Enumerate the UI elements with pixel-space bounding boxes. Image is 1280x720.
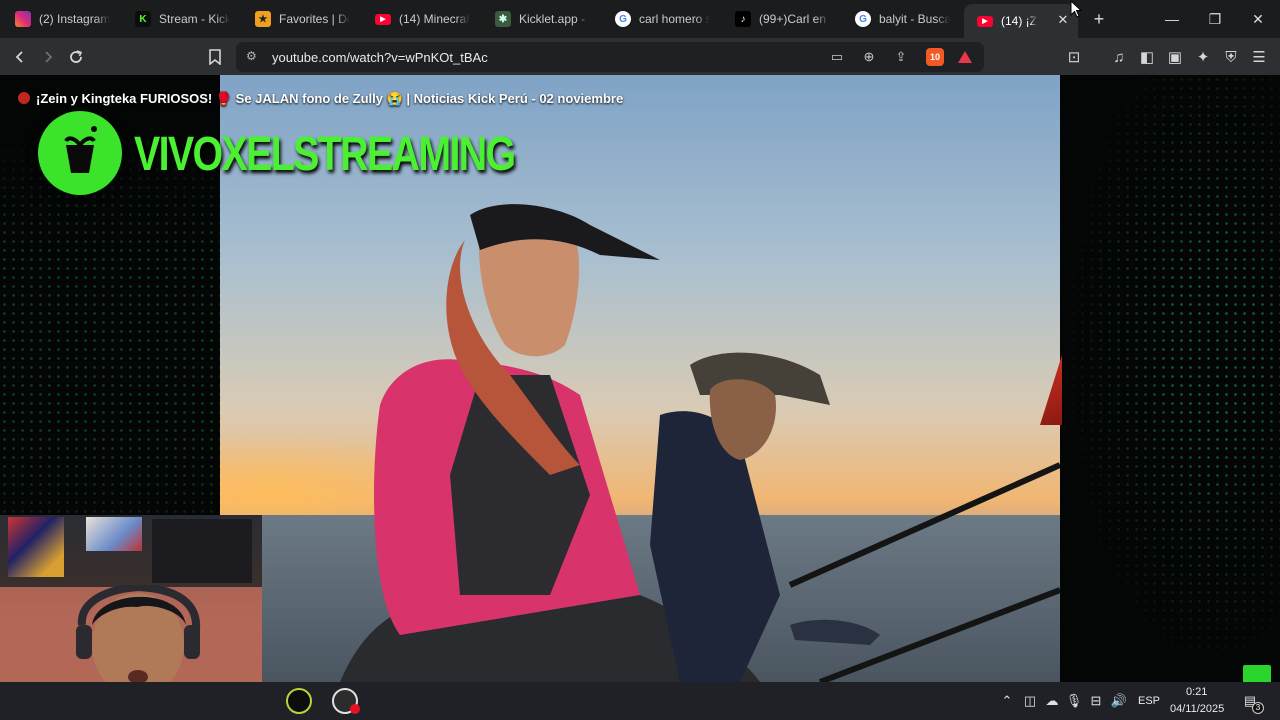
- google-icon: G: [615, 11, 631, 27]
- hamburger-menu-icon: ☰: [1252, 49, 1266, 66]
- reload-button[interactable]: [64, 45, 88, 69]
- tab-title: Stream - Kick D: [159, 12, 230, 26]
- forward-arrow-icon: [45, 51, 53, 63]
- sidebar-button[interactable]: ◧: [1135, 45, 1159, 69]
- clock-time[interactable]: 0:21: [1186, 686, 1207, 698]
- screenshot-button[interactable]: ⊡: [1062, 45, 1086, 69]
- language-indicator[interactable]: ESP: [1138, 695, 1160, 707]
- tab-title: (99+)Carl en Ti: [759, 12, 830, 26]
- tab-instagram[interactable]: (2) Instagram: [2, 4, 120, 34]
- music-icon: ♫: [1113, 48, 1125, 66]
- maximize-button[interactable]: ❐: [1204, 8, 1226, 30]
- browser-toolbar: ⚙ youtube.com/watch?v=wPnKOt_tBAc ▭ ⊕ ⇪ …: [0, 38, 1280, 75]
- tiktok-icon: ♪: [735, 11, 751, 27]
- shield-icon: ⛨: [1225, 48, 1237, 66]
- volume-icon[interactable]: 🔊: [1110, 692, 1128, 710]
- back-button[interactable]: [8, 45, 32, 69]
- channel-brand-text: VIVOXELSTREAMING: [134, 128, 516, 181]
- network-icon[interactable]: ⊟: [1087, 692, 1105, 710]
- vpn-button[interactable]: ⛨: [1219, 45, 1243, 69]
- plant-pot-icon: [64, 126, 97, 173]
- forward-button[interactable]: [36, 45, 60, 69]
- clock-date[interactable]: 04/11/2025: [1170, 703, 1224, 715]
- tab-strip: (2) Instagram K Stream - Kick D ★ Favori…: [0, 0, 1280, 38]
- taskbar-app-icon[interactable]: [286, 688, 312, 714]
- wallet-button[interactable]: ▣: [1163, 45, 1187, 69]
- new-tab-button[interactable]: +: [1089, 9, 1109, 29]
- sidebar-icon: ◧: [1139, 49, 1155, 66]
- channel-logo: [38, 111, 122, 195]
- tab-title: (14) Minecraft: [399, 12, 470, 26]
- share-icon[interactable]: ⇪: [892, 48, 910, 66]
- tab-title: Kicklet.app - K: [519, 12, 590, 26]
- streamer-figure: [76, 585, 201, 682]
- tab-title: (14) ¡Z: [1001, 14, 1037, 28]
- video-page: ¡Zein y Kingteka FURIOSOS! 🥊 Se JALAN fo…: [0, 75, 1280, 682]
- tab-kicklet[interactable]: ✱ Kicklet.app - K: [482, 4, 600, 34]
- mouse-cursor-icon: [1070, 0, 1082, 18]
- tab-title: carl homero si: [639, 12, 710, 26]
- poster: [86, 517, 142, 551]
- tab-favorites[interactable]: ★ Favorites | Don: [242, 4, 360, 34]
- address-bar[interactable]: ⚙ youtube.com/watch?v=wPnKOt_tBAc ▭ ⊕ ⇪ …: [236, 42, 984, 72]
- wallet-icon: ▣: [1167, 49, 1183, 66]
- video-headline: ¡Zein y Kingteka FURIOSOS! 🥊 Se JALAN fo…: [18, 91, 623, 107]
- rewards-triangle-icon: [958, 51, 972, 63]
- cast-icon[interactable]: ▭: [828, 48, 846, 66]
- poster: [152, 519, 252, 583]
- bookmark-button[interactable]: [203, 45, 227, 69]
- close-tab-icon[interactable]: ✕: [1056, 13, 1070, 27]
- close-window-button[interactable]: ✕: [1247, 8, 1269, 30]
- tab-google-balyit[interactable]: G balyit - Buscar: [842, 4, 960, 34]
- shields-count: 10: [929, 52, 940, 62]
- poster: [8, 517, 64, 577]
- bookmark-icon: [209, 49, 221, 65]
- kick-icon: K: [135, 11, 151, 27]
- zoom-icon[interactable]: ⊕: [860, 48, 878, 66]
- youtube-icon: ▶: [375, 13, 391, 25]
- obs-icon[interactable]: [332, 688, 360, 714]
- video-headline-text: ¡Zein y Kingteka FURIOSOS! 🥊 Se JALAN fo…: [36, 91, 624, 106]
- windows-taskbar: ⌃ ◫ ☁ 🎙 ⊟ 🔊 ESP 0:21 04/11/2025 ▤ 3: [0, 682, 1280, 720]
- favorites-icon: ★: [255, 11, 271, 27]
- media-button[interactable]: ♫: [1107, 45, 1131, 69]
- address-url[interactable]: youtube.com/watch?v=wPnKOt_tBAc: [272, 50, 488, 65]
- chevron-up-icon[interactable]: ⌃: [998, 692, 1016, 710]
- google-icon: G: [855, 11, 871, 27]
- instagram-icon: [15, 11, 31, 27]
- minimize-button[interactable]: —: [1161, 8, 1183, 30]
- corner-logo-icon: [1243, 665, 1271, 682]
- matrix-background-right: [1060, 75, 1280, 682]
- recording-dot-icon: [350, 704, 360, 714]
- sparkle-icon: ✦: [1196, 49, 1210, 66]
- youtube-icon: ▶: [977, 15, 993, 27]
- microphone-icon[interactable]: 🎙: [1065, 692, 1083, 710]
- kicklet-icon: ✱: [495, 11, 511, 27]
- tab-title: Favorites | Don: [279, 12, 350, 26]
- site-settings-icon[interactable]: ⚙: [246, 49, 262, 65]
- tab-youtube-minecraft[interactable]: ▶ (14) Minecraft: [362, 4, 480, 34]
- tab-tiktok[interactable]: ♪ (99+)Carl en Ti: [722, 4, 840, 34]
- brave-rewards-icon[interactable]: [956, 48, 974, 66]
- screenshot-icon: ⊡: [1067, 49, 1081, 66]
- camera-icon[interactable]: ◫: [1021, 692, 1039, 710]
- tab-title: (2) Instagram: [39, 12, 110, 26]
- tab-google-carl[interactable]: G carl homero si: [602, 4, 720, 34]
- reload-icon: [70, 50, 83, 63]
- menu-button[interactable]: ☰: [1247, 45, 1271, 69]
- tab-youtube-active[interactable]: ▶ (14) ¡Z ✕: [964, 4, 1078, 38]
- tab-title: balyit - Buscar: [879, 12, 950, 26]
- tab-kick-stream[interactable]: K Stream - Kick D: [122, 4, 240, 34]
- brave-shields-icon[interactable]: 10: [926, 48, 944, 66]
- cloud-icon[interactable]: ☁: [1043, 692, 1061, 710]
- notification-count-badge: 3: [1252, 702, 1264, 714]
- channel-avatar-icon: [18, 92, 30, 104]
- back-arrow-icon: [15, 51, 23, 63]
- streamer-webcam: [0, 515, 262, 682]
- leo-ai-button[interactable]: ✦: [1191, 45, 1215, 69]
